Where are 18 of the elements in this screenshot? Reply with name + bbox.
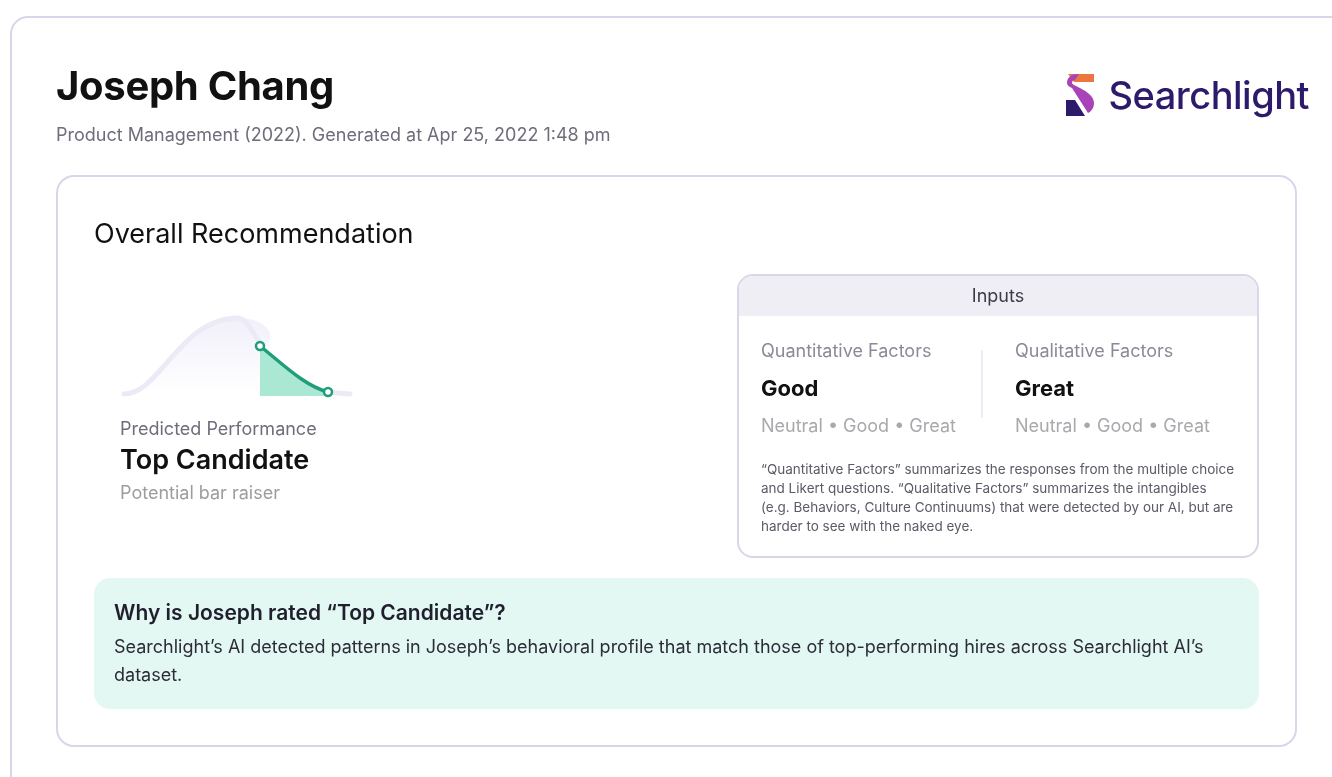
factors-description: “Quantitative Factors” summarizes the responses from the multiple choice and Likert questions. “Qualitative Factors” summarizes the intangibles (e.g. Behaviors, Culture Continuums) that were detected by our AI, but are harder to see with the naked eye. [760,460,1236,536]
logo-icon [1064,74,1097,116]
explanation-text: Searchlight’s AI detected patterns in Joseph’s behavioral profile that match those of top-performing hires across Searchlight AI’s dataset. [114,635,1205,687]
rating-scale: Neutral • Good • Great [761,415,956,436]
performance-result: Top Candidate [120,443,311,476]
logo-wordmark: Searchlight [1108,72,1309,118]
rating-scale: Neutral • Good • Great [1015,415,1210,436]
factor-rating: Great [1015,375,1075,401]
factor-rating: Good [761,375,819,401]
factor-label: Quantitative Factors [761,340,932,361]
explanation-title: Why is Joseph rated “Top Candidate”? [114,600,506,625]
performance-label: Predicted Performance [120,418,318,439]
section-title: Overall Recommendation [94,217,414,250]
inputs-header: Inputs [739,276,1257,316]
report-subtitle: Product Management (2022). Generated at Apr 25, 2022 1:48 pm [56,124,611,145]
performance-note: Potential bar raiser [120,482,281,503]
factor-label: Qualitative Factors [1015,340,1174,361]
candidate-name: Joseph Chang [56,62,336,110]
